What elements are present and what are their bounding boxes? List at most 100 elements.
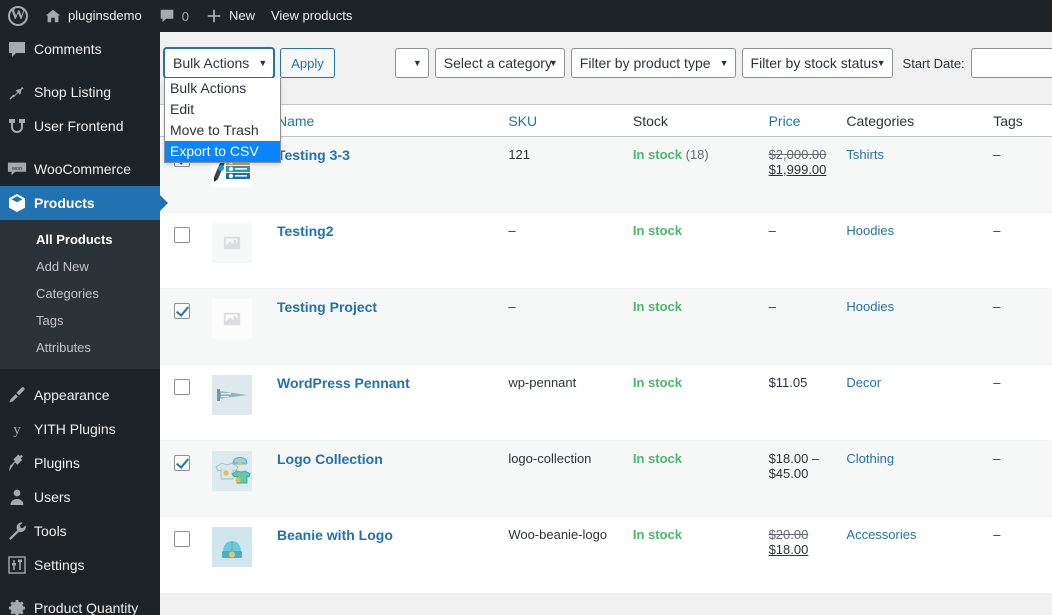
apply-button[interactable]: Apply	[280, 48, 335, 78]
bulk-actions-dropdown-list[interactable]: Bulk Actions Edit Move to Trash Export t…	[164, 78, 281, 163]
sidebar-item-appearance[interactable]: Appearance	[0, 378, 160, 412]
row-name-cell: WordPress Pennant	[268, 364, 501, 441]
row-categories-cell: Decor	[838, 364, 986, 441]
product-type-filter-select[interactable]: Filter by product type	[570, 48, 736, 78]
submenu-item-add-new[interactable]: Add New	[0, 253, 160, 280]
row-tags-cell: –	[985, 364, 1052, 441]
products-table: Name SKU Stock Price Categories Tags Tes…	[160, 104, 1052, 593]
stock-status-filter-select[interactable]: Filter by stock status	[741, 48, 893, 78]
comment-count: 0	[181, 8, 189, 24]
table-header-row: Name SKU Stock Price Categories Tags	[160, 104, 1052, 137]
submenu-item-attributes[interactable]: Attributes	[0, 334, 160, 361]
category-filter-value: Select a category	[443, 55, 552, 71]
sidebar-item-tools[interactable]: Tools	[0, 514, 160, 548]
price-header-label[interactable]: Price	[769, 113, 801, 129]
view-products-link[interactable]: View products	[263, 0, 360, 32]
sidebar-item-comments[interactable]: Comments	[0, 32, 160, 66]
beanie-thumb	[212, 527, 253, 567]
bulk-actions-select[interactable]: Bulk Actions	[164, 48, 275, 78]
row-price-cell: $2,000.00 $1,999.00	[760, 136, 839, 213]
product-name-link[interactable]: Testing Project	[277, 299, 377, 315]
submenu-item-tags[interactable]: Tags	[0, 307, 160, 334]
name-header[interactable]: Name	[268, 104, 501, 137]
category-link[interactable]: Clothing	[846, 451, 894, 466]
user-frontend-icon	[0, 116, 34, 136]
sidebar-item-label: Tools	[34, 523, 67, 539]
placeholder-thumb	[212, 223, 253, 263]
row-stock-cell: In stock	[624, 288, 761, 365]
row-select-cell	[160, 212, 205, 289]
sku-header-label[interactable]: SKU	[508, 113, 537, 129]
sidebar-item-plugins[interactable]: Plugins	[0, 446, 160, 480]
pennant-thumb	[212, 375, 253, 415]
name-header-label[interactable]: Name	[277, 113, 314, 129]
sidebar-item-label: Users	[34, 489, 71, 505]
table-row: Testing Project – In stock – Hoodies –	[160, 288, 1052, 365]
row-name-cell: Beanie with Logo	[268, 516, 501, 593]
bulk-option-move-to-trash[interactable]: Move to Trash	[165, 120, 280, 141]
category-link[interactable]: Tshirts	[846, 147, 884, 162]
row-select-cell	[160, 288, 205, 365]
row-name-cell: Testing Project	[268, 288, 501, 365]
submenu-item-categories[interactable]: Categories	[0, 280, 160, 307]
sidebar-item-product-quantity[interactable]: Product Quantity	[0, 591, 160, 615]
sliders-icon	[0, 555, 34, 575]
row-thumb-cell	[204, 516, 269, 593]
sidebar-item-label: Products	[34, 195, 95, 211]
row-tags-cell: –	[985, 136, 1052, 213]
row-checkbox[interactable]	[174, 531, 190, 547]
sidebar-item-products[interactable]: Products	[0, 186, 160, 220]
product-name-link[interactable]: WordPress Pennant	[277, 375, 410, 391]
sidebar-item-label: Shop Listing	[34, 84, 112, 100]
woocommerce-icon: woo	[0, 159, 34, 179]
sku-header[interactable]: SKU	[500, 104, 625, 137]
category-link[interactable]: Accessories	[846, 527, 916, 542]
plus-icon	[207, 9, 221, 23]
pin-icon	[0, 82, 34, 102]
row-checkbox[interactable]	[174, 455, 190, 471]
stock-status: In stock	[632, 223, 682, 238]
product-name-link[interactable]: Logo Collection	[277, 451, 383, 467]
category-filter-select[interactable]: Select a category	[434, 48, 565, 78]
tags-header-label: Tags	[993, 112, 1023, 129]
sidebar-item-label: User Frontend	[34, 118, 124, 134]
submenu-item-all-products[interactable]: All Products	[0, 226, 160, 253]
sidebar-item-shop-listing[interactable]: Shop Listing	[0, 75, 160, 109]
bulk-option-bulk-actions[interactable]: Bulk Actions	[165, 78, 280, 99]
product-name-link[interactable]: Testing 3-3	[277, 147, 350, 163]
row-sku-cell: 121	[500, 136, 625, 213]
row-checkbox[interactable]	[174, 379, 190, 395]
table-row: Beanie with Logo Woo-beanie-logo In stoc…	[160, 516, 1052, 593]
category-link[interactable]: Hoodies	[846, 223, 894, 238]
category-link[interactable]: Hoodies	[846, 299, 894, 314]
row-checkbox[interactable]	[174, 227, 190, 243]
stock-status-filter-value: Filter by stock status	[750, 55, 879, 71]
product-name-link[interactable]: Testing2	[277, 223, 334, 239]
start-date-input[interactable]	[970, 48, 1052, 78]
wp-logo-menu[interactable]	[0, 0, 36, 32]
stock-status: In stock	[632, 375, 682, 390]
new-content-menu[interactable]: New	[197, 0, 263, 32]
sidebar-item-settings[interactable]: Settings	[0, 548, 160, 582]
row-sku-cell: –	[500, 288, 625, 365]
category-link[interactable]: Decor	[846, 375, 881, 390]
tags-header: Tags	[985, 104, 1052, 137]
menu-separator	[0, 143, 160, 152]
price-header[interactable]: Price	[760, 104, 839, 137]
sidebar-item-users[interactable]: Users	[0, 480, 160, 514]
bulk-option-edit[interactable]: Edit	[165, 99, 280, 120]
sidebar-item-label: WooCommerce	[34, 161, 131, 177]
product-name-link[interactable]: Beanie with Logo	[277, 527, 393, 543]
row-checkbox[interactable]	[174, 303, 190, 319]
apply-label: Apply	[291, 55, 324, 71]
sidebar-item-label: Settings	[34, 557, 85, 573]
comments-bubble[interactable]: 0	[150, 0, 197, 32]
date-filter-select[interactable]	[394, 48, 429, 78]
row-select-cell	[160, 364, 205, 441]
sidebar-item-woocommerce[interactable]: woo WooCommerce	[0, 152, 160, 186]
table-body: Testing 3-3 121 In stock (18) $2,000.00 …	[160, 136, 1052, 593]
bulk-option-export-to-csv[interactable]: Export to CSV	[165, 141, 280, 162]
sidebar-item-yith-plugins[interactable]: y YITH Plugins	[0, 412, 160, 446]
site-name-menu[interactable]: pluginsdemo	[36, 0, 150, 32]
sidebar-item-user-frontend[interactable]: User Frontend	[0, 109, 160, 143]
